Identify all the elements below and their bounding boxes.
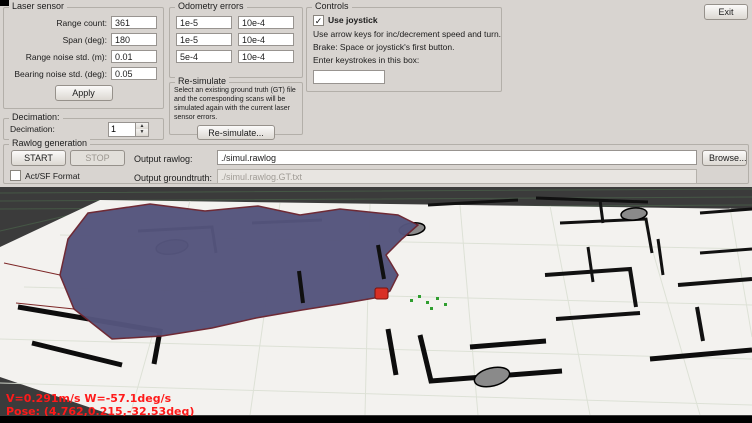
- decimation-stepper[interactable]: ▲ ▼: [108, 122, 149, 137]
- span-label: Span (deg):: [4, 35, 111, 45]
- decimation-input[interactable]: [108, 122, 136, 137]
- resimulate-button[interactable]: Re-simulate...: [197, 125, 275, 140]
- range-count-input[interactable]: [111, 16, 157, 29]
- resimulate-description: Select an existing ground truth (GT) fil…: [174, 86, 298, 122]
- controls-group: Controls ✓ Use joystick Use arrow keys f…: [306, 7, 502, 92]
- decimation-row: Decimation: ▲ ▼: [4, 119, 163, 139]
- odometry-errors-group: Odometry errors: [169, 7, 303, 78]
- odometry-input-2a[interactable]: [176, 33, 232, 46]
- odometry-input-3b[interactable]: [238, 50, 294, 63]
- output-groundtruth-input: [217, 169, 697, 184]
- decimation-label: Decimation:: [10, 124, 108, 134]
- hud-velocity-text: V=0.291m/s W=-57.1deg/s: [6, 392, 172, 405]
- resimulate-group-title: Re-simulate: [175, 76, 229, 86]
- actsf-format-label: Act/SF Format: [25, 171, 80, 181]
- bearing-noise-input[interactable]: [111, 67, 157, 80]
- bearing-noise-label: Bearing noise std. (deg):: [4, 69, 111, 79]
- start-button[interactable]: START: [11, 150, 66, 166]
- decimation-spin-buttons: ▲ ▼: [136, 122, 149, 137]
- range-noise-row: Range noise std. (m):: [4, 48, 163, 65]
- laser-sensor-group-title: Laser sensor: [9, 1, 67, 11]
- span-input[interactable]: [111, 33, 157, 46]
- output-groundtruth-label: Output groundtruth:: [134, 173, 212, 183]
- robot-marker: [375, 288, 388, 299]
- output-rawlog-input[interactable]: [217, 150, 697, 165]
- odometry-row-2: [176, 33, 302, 46]
- keystrokes-hint: Enter keystrokes in this box:: [313, 55, 495, 68]
- actsf-format-row: Act/SF Format: [10, 170, 80, 181]
- rawlog-generation-group: Rawlog generation START STOP Output rawl…: [3, 144, 749, 184]
- brake-hint: Brake: Space or joystick's first button.: [313, 42, 495, 55]
- range-noise-label: Range noise std. (m):: [4, 52, 111, 62]
- range-count-label: Range count:: [4, 18, 111, 28]
- resimulate-group: Re-simulate Select an existing ground tr…: [169, 82, 303, 135]
- span-row: Span (deg):: [4, 31, 163, 48]
- actsf-format-checkbox[interactable]: [10, 170, 21, 181]
- output-rawlog-label: Output rawlog:: [134, 154, 193, 164]
- exit-button[interactable]: Exit: [704, 4, 748, 20]
- arrow-keys-hint: Use arrow keys for inc/decrement speed a…: [313, 29, 495, 42]
- use-joystick-row: ✓ Use joystick: [313, 13, 495, 27]
- use-joystick-label: Use joystick: [328, 15, 378, 25]
- odometry-errors-group-title: Odometry errors: [175, 1, 247, 11]
- range-count-row: Range count:: [4, 14, 163, 31]
- rawlog-generation-group-title: Rawlog generation: [9, 138, 90, 148]
- keystrokes-input[interactable]: [313, 70, 385, 84]
- odometry-input-1b[interactable]: [238, 16, 294, 29]
- odometry-row-1: [176, 16, 302, 29]
- odometry-input-2b[interactable]: [238, 33, 294, 46]
- simulation-viewport[interactable]: V=0.291m/s W=-57.1deg/s Pose: (4.762,0.2…: [0, 187, 752, 423]
- odometry-input-3a[interactable]: [176, 50, 232, 63]
- odometry-input-1a[interactable]: [176, 16, 232, 29]
- apply-button[interactable]: Apply: [55, 85, 113, 101]
- bearing-noise-row: Bearing noise std. (deg):: [4, 65, 163, 82]
- decimation-group-title: Decimation:: [9, 112, 63, 122]
- controls-group-title: Controls: [312, 1, 352, 11]
- range-noise-input[interactable]: [111, 50, 157, 63]
- browse-button[interactable]: Browse...: [702, 150, 747, 166]
- screen-corner-artifact: [0, 0, 9, 6]
- bottom-edge-strip: [0, 416, 752, 423]
- spin-down-icon[interactable]: ▼: [136, 129, 148, 136]
- odometry-row-3: [176, 50, 302, 63]
- laser-sensor-group: Laser sensor Range count: Span (deg): Ra…: [3, 7, 164, 109]
- stop-button[interactable]: STOP: [70, 150, 125, 166]
- use-joystick-checkbox[interactable]: ✓: [313, 15, 324, 26]
- decimation-group: Decimation: Decimation: ▲ ▼: [3, 118, 164, 140]
